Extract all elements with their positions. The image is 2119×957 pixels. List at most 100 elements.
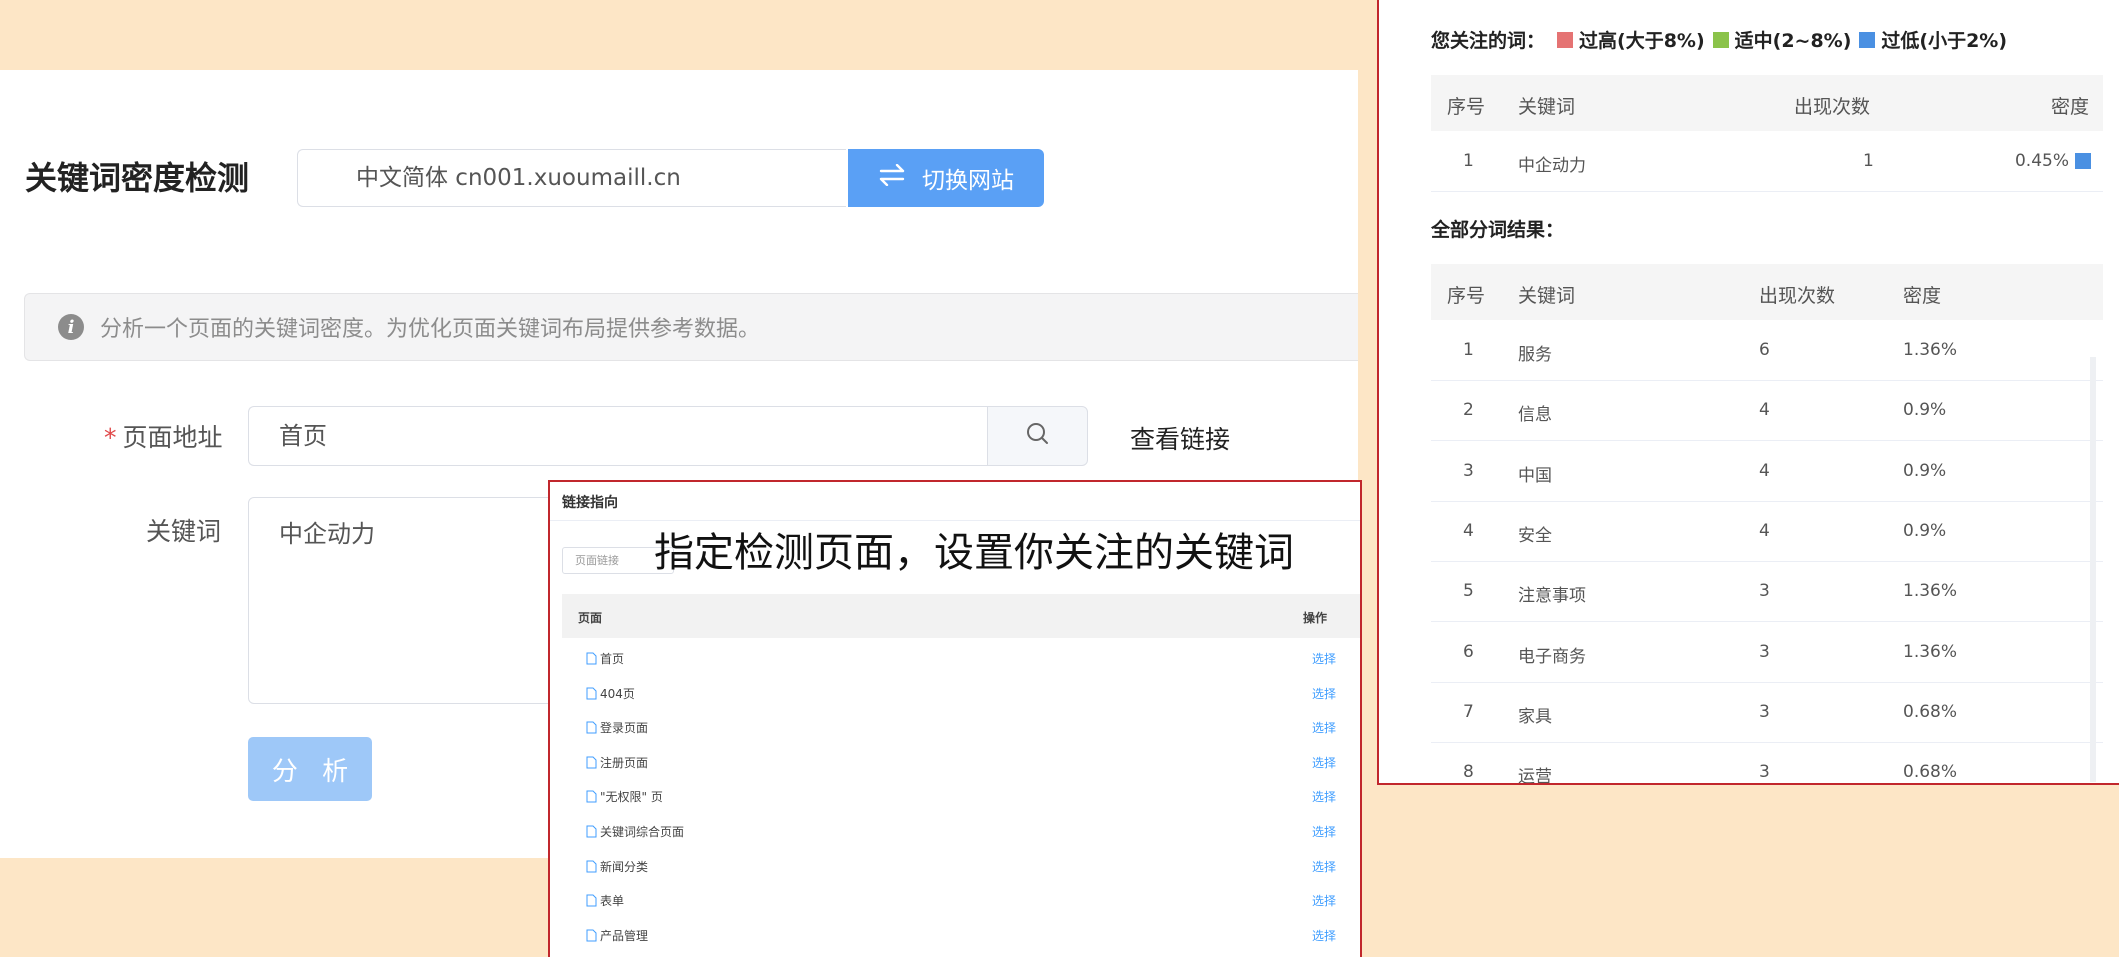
document-icon	[586, 756, 597, 769]
page-name: "无权限" 页	[600, 790, 663, 805]
result-row: 1 服务 6 1.36%	[1431, 320, 2103, 381]
page-entry: 注册页面	[586, 754, 648, 771]
document-icon	[586, 860, 597, 873]
link-table-header: 页面 操作	[562, 594, 1360, 638]
result-row: 2 信息 4 0.9%	[1431, 380, 2103, 442]
page-entry: 首页	[586, 650, 624, 667]
page-url-input[interactable]: 首页	[248, 406, 987, 466]
row-keyword: 安全	[1518, 525, 1552, 546]
select-link[interactable]: 选择	[1312, 823, 1336, 840]
page-name: 注册页面	[600, 755, 649, 770]
row-count: 3	[1759, 641, 1770, 662]
link-table-row: 首页 选择	[562, 640, 1360, 674]
result-row: 5 注意事项 3 1.36%	[1431, 561, 2103, 623]
select-link[interactable]: 选择	[1312, 685, 1336, 702]
select-link[interactable]: 选择	[1312, 719, 1336, 736]
page-name: 表单	[600, 894, 625, 909]
row-density: 0.9%	[1903, 460, 1947, 481]
result-row: 8 运营 3 0.68%	[1431, 742, 2103, 783]
row-count: 3	[1759, 581, 1770, 602]
col-count: 出现次数	[1794, 96, 1871, 118]
page-title: 关键词密度检测	[25, 159, 250, 197]
row-density: 1.36%	[1903, 340, 1958, 360]
link-table-row: 表单 选择	[562, 882, 1360, 916]
page-name: 产品管理	[600, 928, 649, 943]
row-no: 3	[1463, 460, 1474, 481]
link-table-row: "无权限" 页 选择	[562, 778, 1360, 812]
info-icon: i	[58, 314, 84, 340]
page-name: 首页	[600, 652, 625, 666]
site-selector[interactable]: 中文简体 cn001.xuoumaill.cn	[297, 149, 846, 207]
page-name: 404页	[600, 686, 635, 701]
switch-site-button[interactable]: 切换网站	[848, 149, 1044, 207]
switch-site-label: 切换网站	[922, 168, 1014, 194]
view-link[interactable]: 查看链接	[1130, 420, 1230, 456]
col-density: 密度	[2050, 96, 2089, 118]
row-no: 8	[1463, 762, 1474, 783]
document-icon	[586, 687, 597, 700]
search-icon	[1025, 421, 1051, 451]
row-count: 3	[1759, 701, 1770, 722]
focus-words-label: 您关注的词：	[1431, 30, 1546, 52]
row-keyword: 信息	[1518, 405, 1552, 426]
row-density: 0.68%	[1903, 701, 1958, 722]
col-keyword: 关键词	[1518, 285, 1576, 307]
keyword-label: 关键词	[146, 517, 222, 546]
document-icon	[586, 929, 597, 942]
select-link[interactable]: 选择	[1312, 858, 1336, 875]
all-table-header: 序号 关键词 出现次数 密度	[1431, 264, 2103, 320]
dialog-title: 链接指向	[562, 495, 618, 511]
row-no: 5	[1463, 581, 1474, 602]
row-count: 4	[1759, 460, 1770, 481]
info-text: 分析一个页面的关键词密度。为优化页面关键词布局提供参考数据。	[100, 317, 761, 342]
row-no: 1	[1463, 340, 1474, 360]
row-count: 6	[1759, 340, 1770, 360]
row-density: 0.9%	[1903, 520, 1947, 541]
column-action: 操作	[1303, 611, 1328, 625]
row-count: 4	[1759, 400, 1770, 421]
info-alert: i 分析一个页面的关键词密度。为优化页面关键词布局提供参考数据。	[24, 293, 1358, 361]
row-keyword: 电子商务	[1518, 646, 1586, 667]
analyze-button[interactable]: 分 析	[248, 737, 372, 801]
document-icon	[586, 825, 597, 838]
page-name: 登录页面	[600, 721, 649, 736]
legend-mid-swatch	[1712, 31, 1729, 48]
row-density: 1.36%	[1903, 641, 1958, 662]
results-scrollbar[interactable]	[2090, 357, 2096, 782]
row-keyword: 中国	[1518, 465, 1552, 486]
row-no: 4	[1463, 520, 1474, 541]
row-no: 1	[1463, 151, 1474, 171]
select-link[interactable]: 选择	[1312, 892, 1336, 909]
page-entry: 产品管理	[586, 927, 648, 944]
density-level-indicator	[2075, 153, 2091, 169]
page-entry: "无权限" 页	[586, 788, 663, 805]
row-density: 0.45%	[2014, 151, 2069, 171]
row-keyword: 服务	[1518, 345, 1552, 365]
focus-table-header: 序号 关键词 出现次数 密度	[1431, 75, 2103, 131]
row-no: 7	[1463, 701, 1474, 722]
page-entry: 表单	[586, 892, 624, 909]
col-keyword: 关键词	[1518, 96, 1576, 118]
page-entry: 登录页面	[586, 719, 648, 736]
select-link[interactable]: 选择	[1312, 788, 1336, 805]
overlay-caption: 指定检测页面，设置你关注的关键词	[654, 530, 1294, 576]
select-link[interactable]: 选择	[1312, 754, 1336, 771]
row-no: 6	[1463, 641, 1474, 662]
link-table-row: 注册页面 选择	[562, 744, 1360, 778]
col-density: 密度	[1903, 285, 1942, 307]
document-icon	[586, 652, 597, 665]
row-count: 3	[1759, 762, 1770, 783]
page-name: 关键词综合页面	[600, 825, 685, 839]
url-label: * 页面地址	[104, 418, 223, 454]
row-density: 0.68%	[1903, 762, 1958, 783]
col-count: 出现次数	[1759, 285, 1836, 307]
link-table-row: 登录页面 选择	[562, 709, 1360, 743]
url-search-button[interactable]	[987, 406, 1088, 466]
row-no: 2	[1463, 400, 1474, 421]
result-row: 7 家具 3 0.68%	[1431, 682, 2103, 743]
select-link[interactable]: 选择	[1312, 650, 1336, 667]
row-density: 0.9%	[1903, 400, 1947, 421]
link-table-row: 新闻分类 选择	[562, 848, 1360, 882]
page-entry: 新闻分类	[586, 858, 648, 875]
select-link[interactable]: 选择	[1312, 927, 1336, 944]
